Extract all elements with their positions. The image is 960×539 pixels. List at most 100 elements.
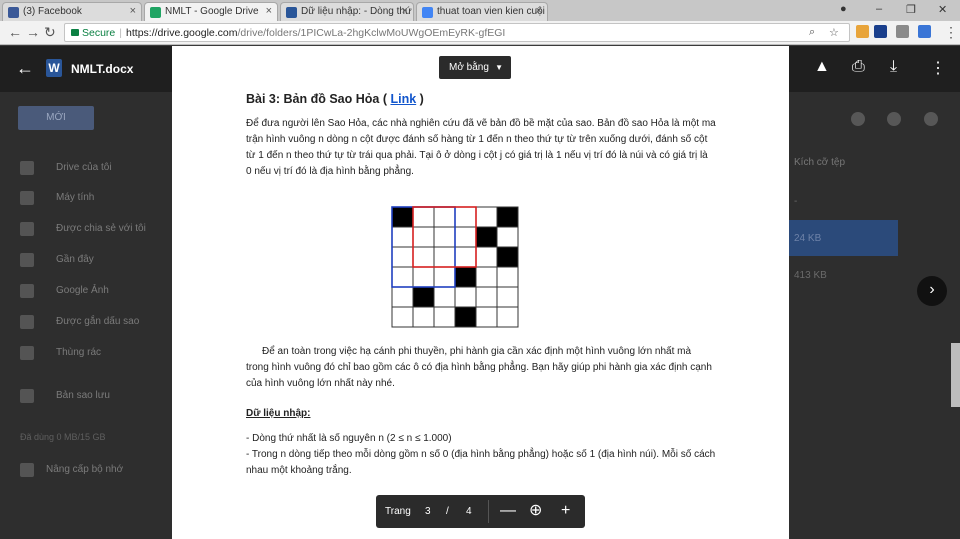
document-icon xyxy=(286,7,297,18)
url-path: /drive/folders/1PICwLa-2hgKclwMoUWgOEmEy… xyxy=(237,27,506,39)
close-tab-icon[interactable]: × xyxy=(402,5,408,17)
close-tab-icon[interactable]: × xyxy=(266,5,272,17)
address-bar[interactable]: Secure | https://drive.google.com/drive/fo… xyxy=(64,23,850,42)
paragraph-task: Để an toàn trong việc hạ cánh phi thuyền… xyxy=(246,346,712,389)
tab-google-drive[interactable]: NMLT - Google Drive × xyxy=(144,2,278,21)
extension-icon[interactable] xyxy=(874,25,887,38)
close-window-icon[interactable]: ✕ xyxy=(938,3,947,16)
zoom-icon[interactable]: ⌕ xyxy=(809,26,815,39)
title-suffix: ) xyxy=(419,92,424,106)
flat-cell xyxy=(412,246,435,268)
info-icon[interactable] xyxy=(887,112,901,126)
star-icon xyxy=(20,315,34,329)
chevron-down-icon: ▼ xyxy=(495,63,503,72)
flat-cell xyxy=(475,246,498,268)
browser-toolbar: ← → ↻ Secure | https://drive.google.com/dr… xyxy=(0,21,960,45)
flat-cell xyxy=(433,266,456,288)
zoom-in-icon[interactable]: ⊕ xyxy=(529,501,542,521)
restore-icon[interactable]: ❐ xyxy=(906,3,916,16)
open-with-button[interactable]: Mở bằng ▼ xyxy=(439,56,511,79)
current-page-input[interactable]: 3 xyxy=(425,506,431,517)
flat-cell xyxy=(454,206,477,228)
mountain-cell xyxy=(496,246,519,268)
file-size-column-header: Kích cỡ tệp xyxy=(794,157,846,168)
file-size-cell: 24 KB xyxy=(788,220,898,256)
cloud-icon xyxy=(20,389,34,403)
word-file-icon: W xyxy=(46,59,62,77)
flat-cell xyxy=(475,306,498,328)
sidebar-item-label: Máy tính xyxy=(56,192,95,203)
photos-icon xyxy=(20,284,34,298)
flat-cell xyxy=(412,306,435,328)
reload-icon[interactable]: ↻ xyxy=(44,24,56,40)
google-icon xyxy=(422,7,433,18)
sidebar-item-label: Được gắn dấu sao xyxy=(56,316,140,327)
back-icon[interactable]: ← xyxy=(8,24,22,40)
flat-cell xyxy=(496,306,519,328)
extension-icon[interactable] xyxy=(856,25,869,38)
flat-cell xyxy=(496,266,519,288)
sidebar-item-my-drive[interactable]: Drive của tôi xyxy=(0,158,170,178)
clock-icon xyxy=(20,253,34,267)
lock-icon xyxy=(71,29,79,36)
menu-icon[interactable]: ⋮ xyxy=(944,24,958,40)
add-to-drive-icon[interactable]: ▲ xyxy=(814,58,830,76)
new-button[interactable]: MỚI xyxy=(18,106,94,130)
mountain-cell xyxy=(475,226,498,248)
flat-cell xyxy=(475,206,498,228)
flat-cell xyxy=(433,206,456,228)
download-icon[interactable]: ⤓ xyxy=(890,58,897,76)
print-icon[interactable]: ⎙ xyxy=(852,58,865,76)
sidebar-item-photos[interactable]: Google Ảnh xyxy=(0,281,170,301)
flat-cell xyxy=(454,286,477,308)
flat-cell xyxy=(412,266,435,288)
tab-label: thuat toan vien kien cuội xyxy=(437,6,545,17)
grid-view-icon[interactable] xyxy=(851,112,865,126)
sidebar-item-trash[interactable]: Thùng rác xyxy=(0,343,170,363)
sidebar-item-starred[interactable]: Được gắn dấu sao xyxy=(0,312,170,332)
secure-label: Secure xyxy=(82,27,116,39)
sidebar-item-backups[interactable]: Bản sao lưu xyxy=(0,386,170,406)
close-tab-icon[interactable]: × xyxy=(130,5,136,17)
tab-google-search[interactable]: thuat toan vien kien cuội × xyxy=(416,2,548,21)
flat-cell xyxy=(433,226,456,248)
next-file-button[interactable]: › xyxy=(917,276,947,306)
page-label: Trang xyxy=(385,506,411,517)
toolbar-divider xyxy=(488,500,489,523)
url-host: https://drive.google.com xyxy=(126,27,238,39)
sidebar-item-recent[interactable]: Gần đây xyxy=(0,250,170,270)
sidebar-item-label: Được chia sẻ với tôi xyxy=(56,223,146,234)
sidebar-item-label: Nâng cấp bộ nhớ xyxy=(46,464,124,475)
scrollbar[interactable] xyxy=(951,343,960,407)
plus-icon[interactable]: + xyxy=(561,501,570,521)
sidebar-item-shared[interactable]: Được chia sẻ với tôi xyxy=(0,219,170,239)
title-text: Bài 3: Bản đồ Sao Hỏa ( xyxy=(246,92,387,106)
flat-cell xyxy=(412,206,435,228)
zoom-out-icon[interactable]: — xyxy=(500,501,516,521)
tab-label: NMLT - Google Drive xyxy=(165,6,259,17)
forward-icon[interactable]: → xyxy=(26,24,40,40)
flat-cell xyxy=(391,266,414,288)
sidebar-item-upgrade-storage[interactable]: Nâng cấp bộ nhớ xyxy=(0,460,170,480)
user-icon[interactable]: ● xyxy=(840,3,847,15)
settings-gear-icon[interactable] xyxy=(924,112,938,126)
tab-strip: (3) Facebook × NMLT - Google Drive × Dữ … xyxy=(0,0,960,21)
sidebar-item-label: Gần đây xyxy=(56,254,94,265)
back-arrow-icon[interactable]: ← xyxy=(16,58,34,79)
mountain-cell xyxy=(496,206,519,228)
sidebar-item-label: Google Ảnh xyxy=(56,285,109,296)
translate-icon[interactable] xyxy=(918,25,931,38)
minimize-icon[interactable]: – xyxy=(876,3,882,15)
close-tab-icon[interactable]: × xyxy=(536,5,542,17)
tab-facebook[interactable]: (3) Facebook × xyxy=(2,2,142,21)
sidebar-item-label: Drive của tôi xyxy=(56,162,112,173)
sidebar-item-computers[interactable]: Máy tính xyxy=(0,188,170,208)
extension-icon[interactable] xyxy=(896,25,909,38)
flat-cell xyxy=(391,246,414,268)
bookmark-star-icon[interactable]: ☆ xyxy=(829,26,839,39)
more-vert-icon[interactable]: ⋮ xyxy=(930,58,946,78)
tab-du-lieu-nhap[interactable]: Dữ liệu nhập: - Dòng thứ × xyxy=(280,2,414,21)
flat-cell xyxy=(433,306,456,328)
title-link[interactable]: Link xyxy=(390,92,416,106)
people-icon xyxy=(20,222,34,236)
